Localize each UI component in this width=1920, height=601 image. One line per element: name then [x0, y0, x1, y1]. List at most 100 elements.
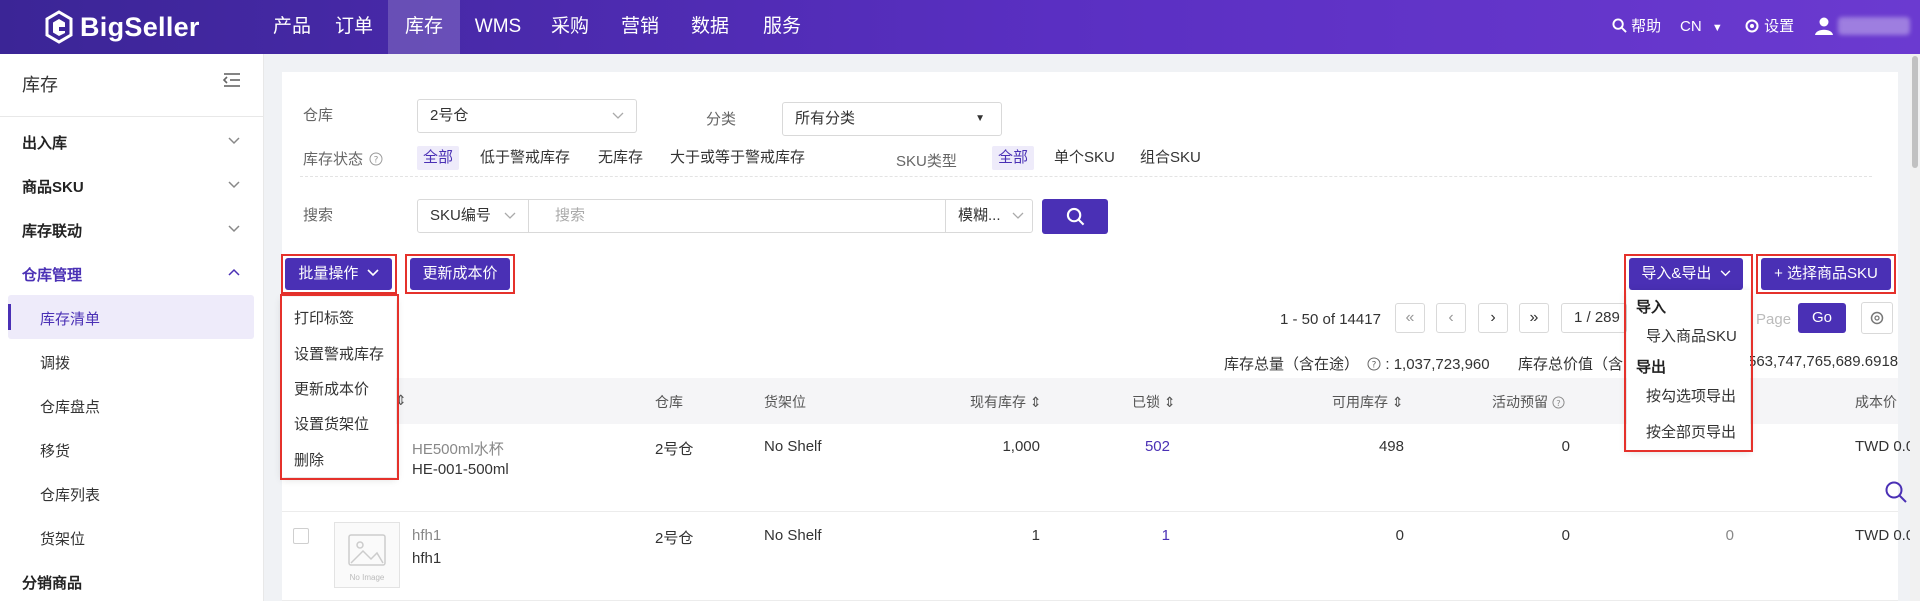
row-available: 498 — [1378, 438, 1404, 455]
menu-export-all[interactable]: 按全部页导出 — [1646, 421, 1736, 442]
sidebar-item-shelf[interactable]: 货架位 — [40, 528, 85, 549]
menu-delete[interactable]: 删除 — [294, 449, 324, 470]
language-selector[interactable]: CN ▼ — [1680, 0, 1723, 54]
sidebar-group-distribution[interactable]: 分销商品 — [22, 572, 82, 593]
sort-icon: ⇕ — [1391, 394, 1404, 410]
search-button[interactable] — [1042, 199, 1108, 234]
collapse-sidebar-icon[interactable] — [222, 72, 242, 88]
table-row — [282, 512, 1898, 601]
nav-inventory[interactable]: 库存 — [388, 0, 460, 54]
language-label: CN — [1680, 18, 1702, 35]
menu-export-selected[interactable]: 按勾选项导出 — [1646, 385, 1736, 406]
sku-type-single[interactable]: 单个SKU — [1048, 146, 1121, 170]
double-chevron-left-icon: « — [1405, 309, 1415, 326]
total-qty-label: 库存总量（含在途） — [1224, 356, 1360, 373]
nav-marketing[interactable]: 营销 — [610, 0, 670, 54]
col-reserved: 活动预留 ? — [1492, 392, 1565, 412]
next-page-button[interactable]: › — [1478, 303, 1508, 333]
help-circle-icon[interactable]: ? — [369, 152, 383, 166]
logo-text: BigSeller — [80, 11, 200, 42]
row-locked[interactable]: 1 — [1110, 527, 1170, 544]
sidebar-group-stock-sync[interactable]: 库存联动 — [22, 220, 82, 241]
user-name-blurred — [1838, 17, 1910, 35]
menu-update-cost[interactable]: 更新成本价 — [294, 378, 369, 399]
row-cost: TWD 0.0 — [1855, 438, 1915, 455]
chevron-right-icon: › — [1490, 309, 1496, 326]
warehouse-select[interactable]: 2号仓 — [417, 99, 637, 133]
top-navbar: BigSeller 产品 订单 库存 WMS 采购 营销 数据 服务 帮助 CN… — [0, 0, 1920, 54]
row-shelf: No Shelf — [764, 438, 822, 455]
nav-orders[interactable]: 订单 — [324, 0, 384, 54]
row-product-name[interactable]: hfh1 — [412, 527, 441, 544]
nav-purchase[interactable]: 采购 — [540, 0, 600, 54]
help-link[interactable]: 帮助 — [1612, 0, 1661, 54]
last-page-button[interactable]: » — [1519, 303, 1549, 333]
sidebar-group-inbound-outbound[interactable]: 出入库 — [22, 132, 67, 153]
total-value: 563,747,765,689.6918 — [1748, 353, 1899, 370]
search-icon[interactable] — [1884, 480, 1908, 504]
menu-set-alert-stock[interactable]: 设置警戒库存 — [294, 343, 384, 364]
row-product-name[interactable]: HE500ml水杯 — [412, 438, 504, 459]
sidebar-title: 库存 — [22, 75, 58, 95]
help-circle-icon[interactable]: ? — [1367, 357, 1381, 371]
menu-group-export: 导出 — [1636, 359, 1667, 376]
sort-icon: ⇕ — [1029, 394, 1042, 410]
sidebar-item-warehouse-list[interactable]: 仓库列表 — [40, 484, 100, 505]
help-label: 帮助 — [1631, 18, 1662, 35]
gear-icon — [1745, 19, 1759, 33]
search-field-select[interactable]: SKU编号 — [417, 199, 529, 233]
gear-icon — [1870, 311, 1884, 325]
stock-status-above-alert[interactable]: 大于或等于警戒库存 — [664, 146, 811, 170]
settings-link[interactable]: 设置 — [1744, 0, 1794, 54]
sidebar-item-stocktake[interactable]: 仓库盘点 — [40, 396, 100, 417]
first-page-button[interactable]: « — [1395, 303, 1425, 333]
row-locked[interactable]: 502 — [1110, 438, 1170, 455]
col-shelf: 货架位 — [764, 394, 806, 410]
svg-text:?: ? — [374, 156, 379, 166]
col-locked[interactable]: 已锁 ⇕ — [1132, 392, 1176, 412]
menu-group-import: 导入 — [1636, 299, 1667, 316]
sidebar-group-warehouse-mgmt[interactable]: 仓库管理 — [22, 264, 82, 285]
sidebar-item-transfer[interactable]: 调拨 — [40, 352, 70, 373]
warehouse-value: 2号仓 — [430, 107, 469, 124]
stock-status-no-stock[interactable]: 无库存 — [592, 146, 649, 170]
row-checkbox[interactable] — [293, 528, 309, 544]
col-available[interactable]: 可用库存 ⇕ — [1332, 392, 1404, 412]
search-input[interactable]: 搜索 — [528, 199, 946, 233]
sidebar-item-inventory-list[interactable]: 库存清单 — [40, 308, 100, 329]
bigseller-logo[interactable]: BigSeller — [44, 9, 200, 45]
go-button[interactable]: Go — [1798, 303, 1846, 333]
row-sku: HE-001-500ml — [412, 461, 509, 478]
menu-print-label[interactable]: 打印标签 — [294, 307, 354, 328]
help-circle-icon[interactable]: ? — [1552, 396, 1565, 409]
row-available: 0 — [1395, 527, 1404, 544]
sku-type-all[interactable]: 全部 — [992, 146, 1035, 170]
category-select[interactable]: 所有分类 ▼ — [782, 102, 1002, 136]
page-input[interactable]: Page — [1756, 311, 1791, 328]
prev-page-button[interactable]: ‹ — [1436, 303, 1466, 333]
sidebar-group-product-sku[interactable]: 商品SKU — [22, 176, 84, 197]
sku-type-bundle[interactable]: 组合SKU — [1134, 146, 1207, 170]
match-mode-select[interactable]: 模糊... — [945, 199, 1033, 233]
stock-status-below-alert[interactable]: 低于警戒库存 — [474, 146, 576, 170]
sidebar-active-bar — [8, 304, 11, 330]
nav-wms[interactable]: WMS — [466, 0, 530, 54]
menu-set-shelf[interactable]: 设置货架位 — [294, 413, 369, 434]
nav-products[interactable]: 产品 — [262, 0, 322, 54]
row-warehouse: 2号仓 — [655, 530, 694, 547]
chevron-down-icon — [504, 212, 516, 219]
search-label: 搜索 — [303, 207, 334, 224]
menu-import-sku[interactable]: 导入商品SKU — [1646, 325, 1737, 346]
warehouse-label: 仓库 — [303, 107, 334, 124]
chevron-down-icon — [612, 112, 624, 119]
settings-column-button[interactable] — [1861, 302, 1893, 334]
page-scrollbar-thumb[interactable] — [1912, 56, 1918, 168]
caret-down-icon: ▼ — [1711, 22, 1723, 34]
nav-data[interactable]: 数据 — [680, 0, 740, 54]
page-indicator[interactable]: 1 / 289 — [1561, 303, 1627, 333]
col-on-hand[interactable]: 现有库存 ⇕ — [970, 392, 1042, 412]
user-icon[interactable] — [1814, 16, 1834, 36]
sidebar-item-move-stock[interactable]: 移货 — [40, 440, 70, 461]
nav-services[interactable]: 服务 — [752, 0, 812, 54]
stock-status-all[interactable]: 全部 — [417, 146, 460, 170]
